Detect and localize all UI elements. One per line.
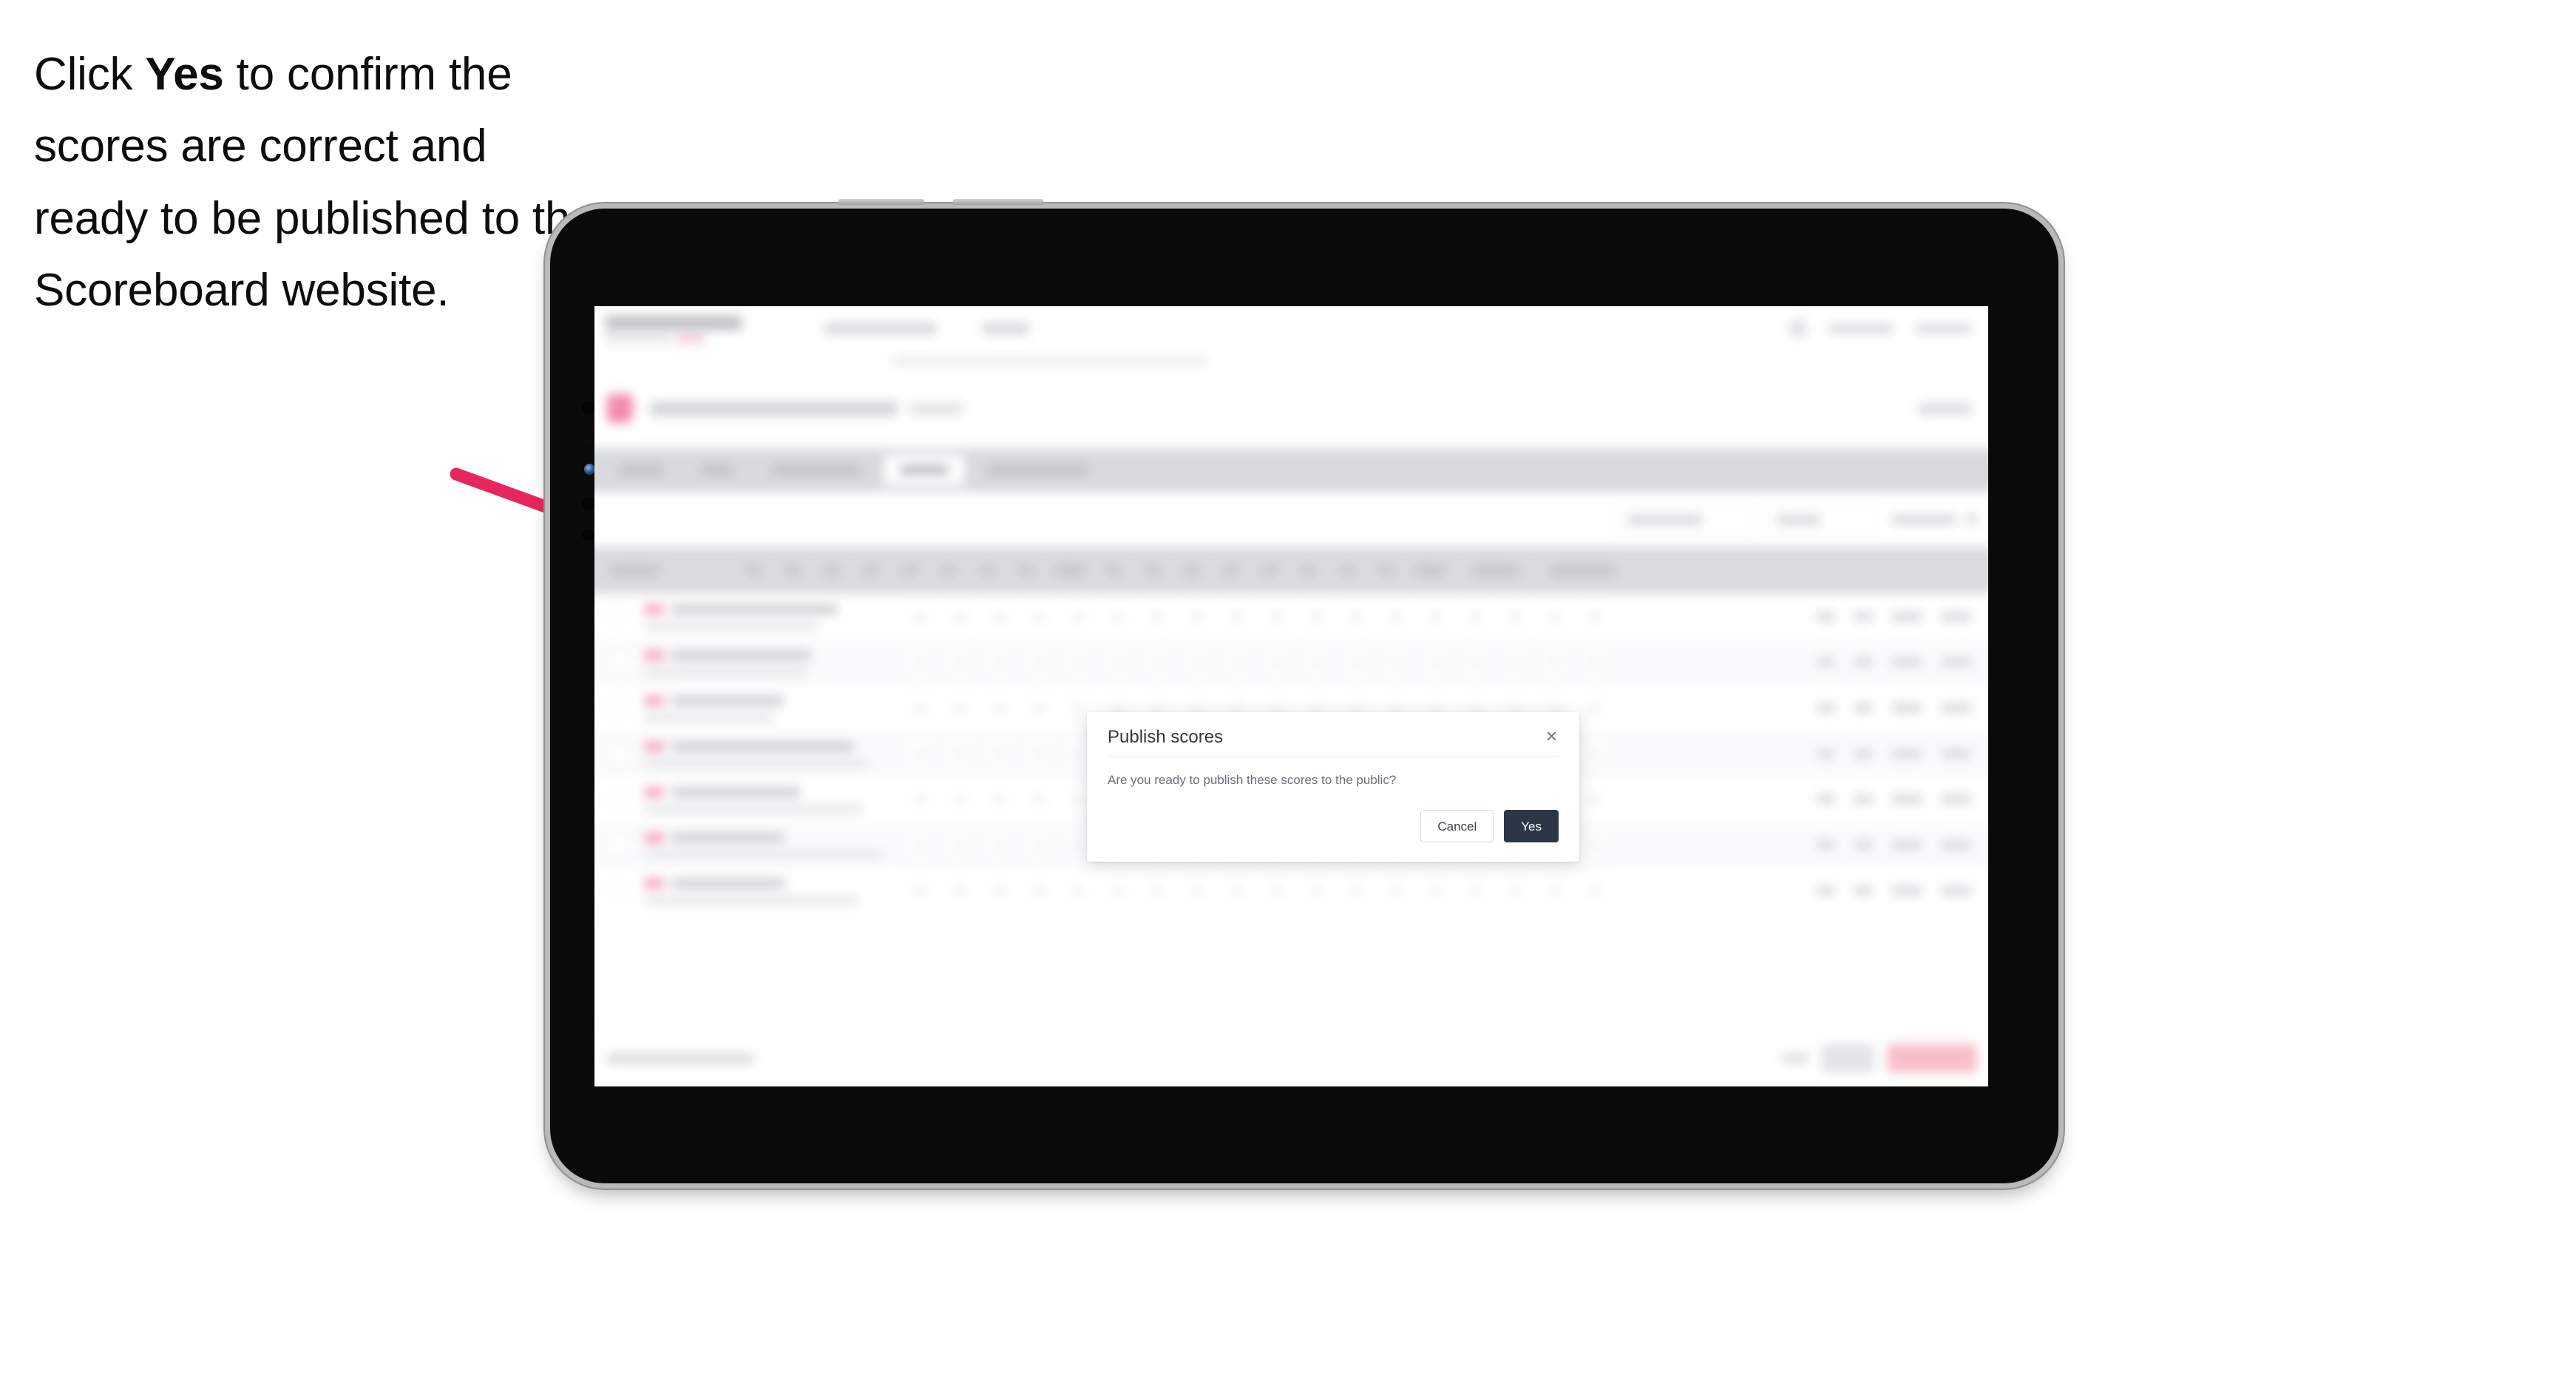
yes-confirm-button[interactable]: Yes [1504,810,1559,842]
instruction-caption: Click Yes to confirm the scores are corr… [34,38,596,326]
modal-title: Publish scores [1108,727,1224,747]
caption-emphasis-yes: Yes [145,49,224,100]
volume-up-button[interactable] [838,199,924,205]
close-icon[interactable]: × [1545,726,1559,746]
modal-header: Publish scores × [1108,712,1559,757]
front-camera-icon [584,464,595,475]
volume-down-button[interactable] [953,199,1043,205]
cancel-button[interactable]: Cancel [1420,810,1494,842]
modal-overlay [594,306,1988,1086]
tablet-screen: Publish scores × Are you ready to publis… [594,306,1988,1086]
modal-body-text: Are you ready to publish these scores to… [1108,773,1397,787]
ambient-sensor-icon [587,438,592,443]
publish-scores-modal: Publish scores × Are you ready to publis… [1087,712,1579,862]
tablet-device: Publish scores × Are you ready to publis… [543,199,2065,1190]
caption-part-1: Click [34,49,146,100]
modal-footer: Cancel Yes [1108,810,1559,842]
